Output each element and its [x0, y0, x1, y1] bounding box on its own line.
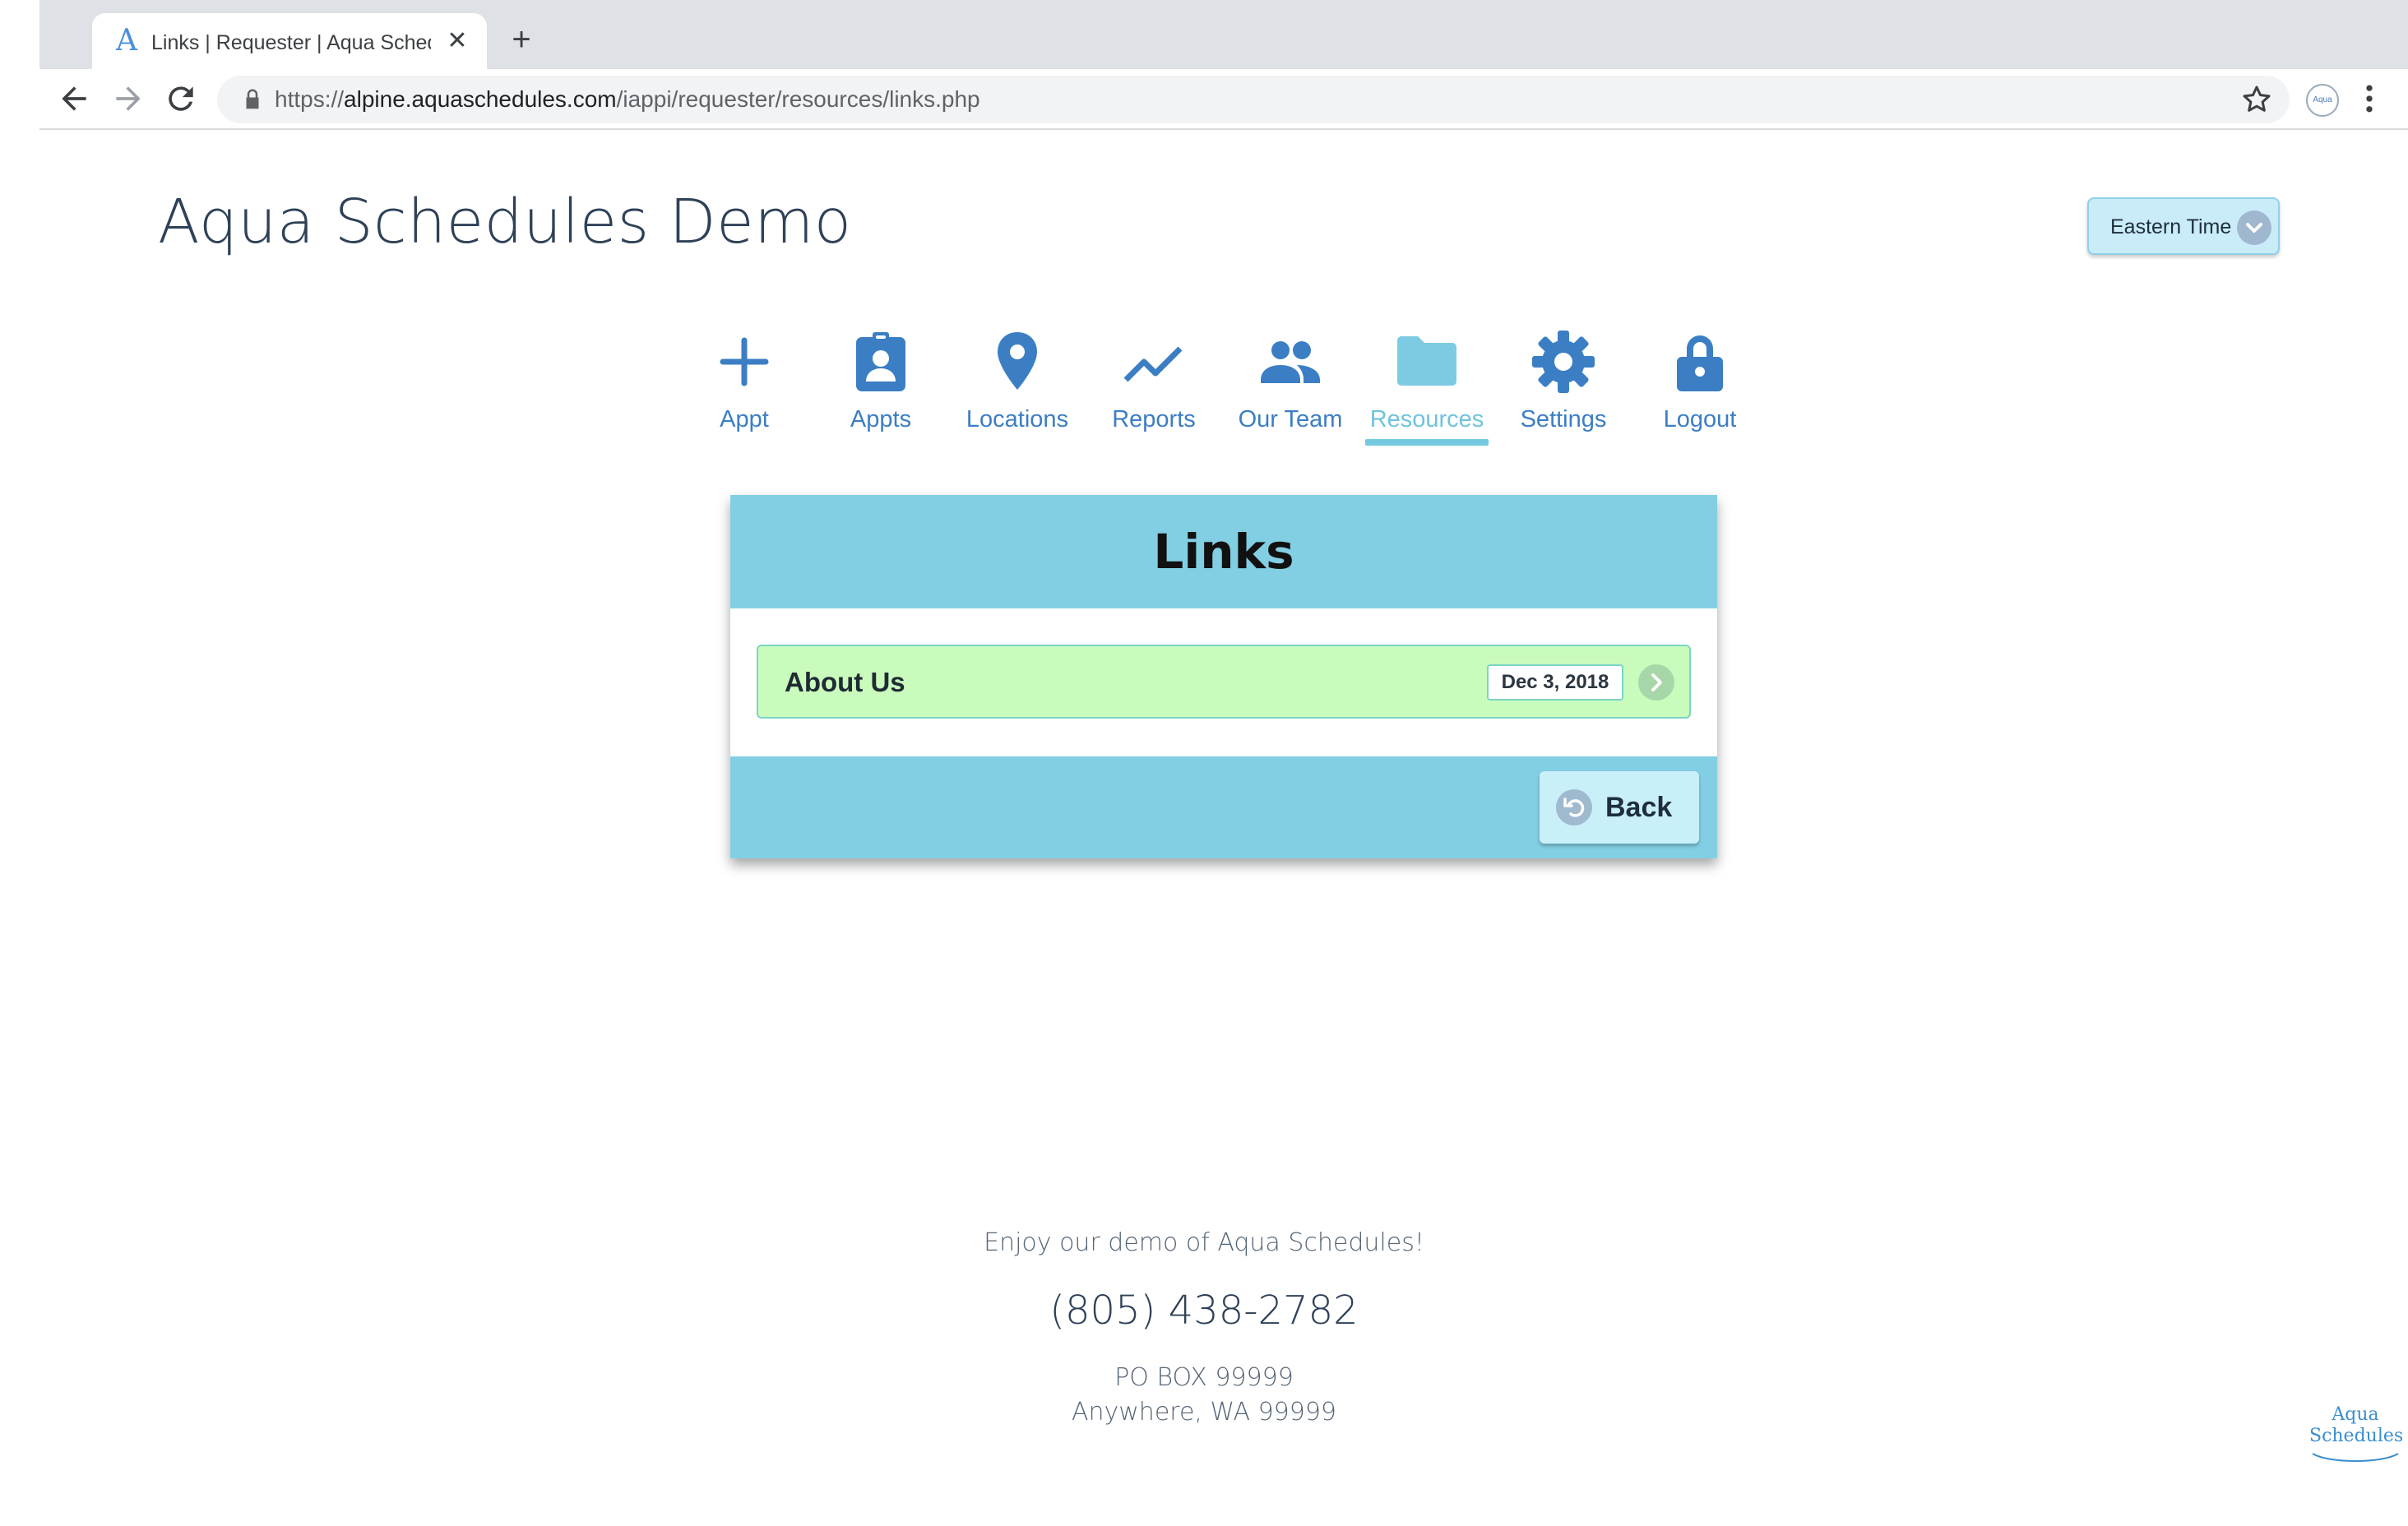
browser-tab-strip: A Links | Requester | Aqua Schedules ✕ +: [39, 0, 2408, 69]
nav-item-settings[interactable]: Settings: [1495, 321, 1632, 444]
browser-toolbar: https://alpine.aquaschedules.com/iappi/r…: [39, 69, 2408, 130]
aqua-extension-icon[interactable]: Aqua: [2306, 84, 2339, 117]
footer-address-line2: Anywhere, WA 99999: [1071, 1398, 1337, 1427]
wave-icon: [2312, 1453, 2399, 1462]
nav-label: Resources: [1369, 406, 1484, 432]
nav-item-appts[interactable]: Appts: [813, 321, 949, 444]
bookmark-star-icon[interactable]: [2240, 83, 2273, 116]
url-host: alpine.aquaschedules.com: [344, 86, 617, 112]
forward-arrow-icon[interactable]: [110, 81, 146, 117]
new-tab-icon[interactable]: +: [505, 23, 538, 56]
nav-item-our-team[interactable]: Our Team: [1222, 321, 1359, 444]
nav-label: Appts: [850, 406, 912, 432]
links-panel: Links About Us Dec 3, 2018 Back: [730, 495, 1717, 858]
tab-title: Links | Requester | Aqua Schedules: [151, 31, 431, 54]
footer-phone: (805) 438-2782: [1049, 1288, 1359, 1334]
lock-icon: [240, 87, 265, 112]
folder-icon: [1394, 329, 1460, 395]
map-pin-icon: [984, 329, 1050, 395]
gear-icon: [1530, 329, 1596, 395]
timezone-select[interactable]: Eastern Time: [2087, 197, 2280, 255]
people-icon: [1257, 329, 1323, 395]
link-date-badge: Dec 3, 2018: [1487, 664, 1623, 701]
aqua-schedules-logo[interactable]: Aqua Schedules: [2309, 1401, 2404, 1464]
nav-item-resources[interactable]: Resources: [1359, 321, 1495, 446]
badge-icon: [848, 329, 914, 395]
footer-address-line1: PO BOX 99999: [1114, 1363, 1294, 1392]
back-button[interactable]: Back: [1540, 771, 1699, 844]
nav-label: Reports: [1112, 406, 1196, 432]
nav-item-locations[interactable]: Locations: [949, 321, 1086, 444]
panel-footer: Back: [730, 756, 1717, 858]
panel-header: Links: [730, 495, 1717, 608]
undo-arrow-icon: [1556, 789, 1592, 825]
nav-label: Appt: [720, 406, 769, 432]
active-tab-indicator: [1365, 439, 1489, 446]
browser-tab[interactable]: A Links | Requester | Aqua Schedules ✕: [92, 13, 487, 69]
panel-title: Links: [1153, 524, 1294, 580]
nav-item-logout[interactable]: Logout: [1632, 321, 1768, 444]
nav-item-reports[interactable]: Reports: [1086, 321, 1222, 444]
link-item-about-us[interactable]: About Us Dec 3, 2018: [757, 645, 1691, 719]
logo-line1: Aqua: [2332, 1404, 2379, 1425]
chevron-down-icon: [2237, 210, 2271, 245]
link-label: About Us: [785, 667, 905, 697]
timezone-value: Eastern Time: [2110, 215, 2232, 238]
browser-menu-icon[interactable]: [2357, 81, 2382, 117]
trend-icon: [1121, 329, 1187, 395]
nav-label: Locations: [966, 406, 1069, 432]
url-path: /iappi/requester/resources/links.php: [616, 86, 980, 112]
nav-item-appt[interactable]: Appt: [676, 321, 813, 444]
reload-icon[interactable]: [163, 81, 199, 117]
back-arrow-icon[interactable]: [56, 81, 92, 117]
close-tab-icon[interactable]: ✕: [442, 26, 472, 56]
nav-label: Settings: [1520, 406, 1607, 432]
url-prefix: https://: [275, 86, 345, 112]
lock-icon: [1667, 329, 1733, 395]
aqua-favicon-icon: A: [116, 24, 137, 58]
plus-icon: [711, 329, 777, 395]
chevron-right-icon[interactable]: [1638, 664, 1674, 701]
footer-tagline: Enjoy our demo of Aqua Schedules!: [984, 1228, 1424, 1257]
main-nav: Appt Appts Locations Reports Our Team Re…: [0, 321, 2408, 452]
nav-label: Our Team: [1238, 406, 1343, 432]
logo-line2: Schedules: [2309, 1426, 2404, 1446]
nav-label: Logout: [1663, 406, 1737, 432]
back-label: Back: [1605, 792, 1673, 823]
address-bar[interactable]: https://alpine.aquaschedules.com/iappi/r…: [217, 76, 2290, 123]
site-title: Aqua Schedules Demo: [158, 187, 852, 257]
url-text: https://alpine.aquaschedules.com/iappi/r…: [275, 84, 980, 115]
